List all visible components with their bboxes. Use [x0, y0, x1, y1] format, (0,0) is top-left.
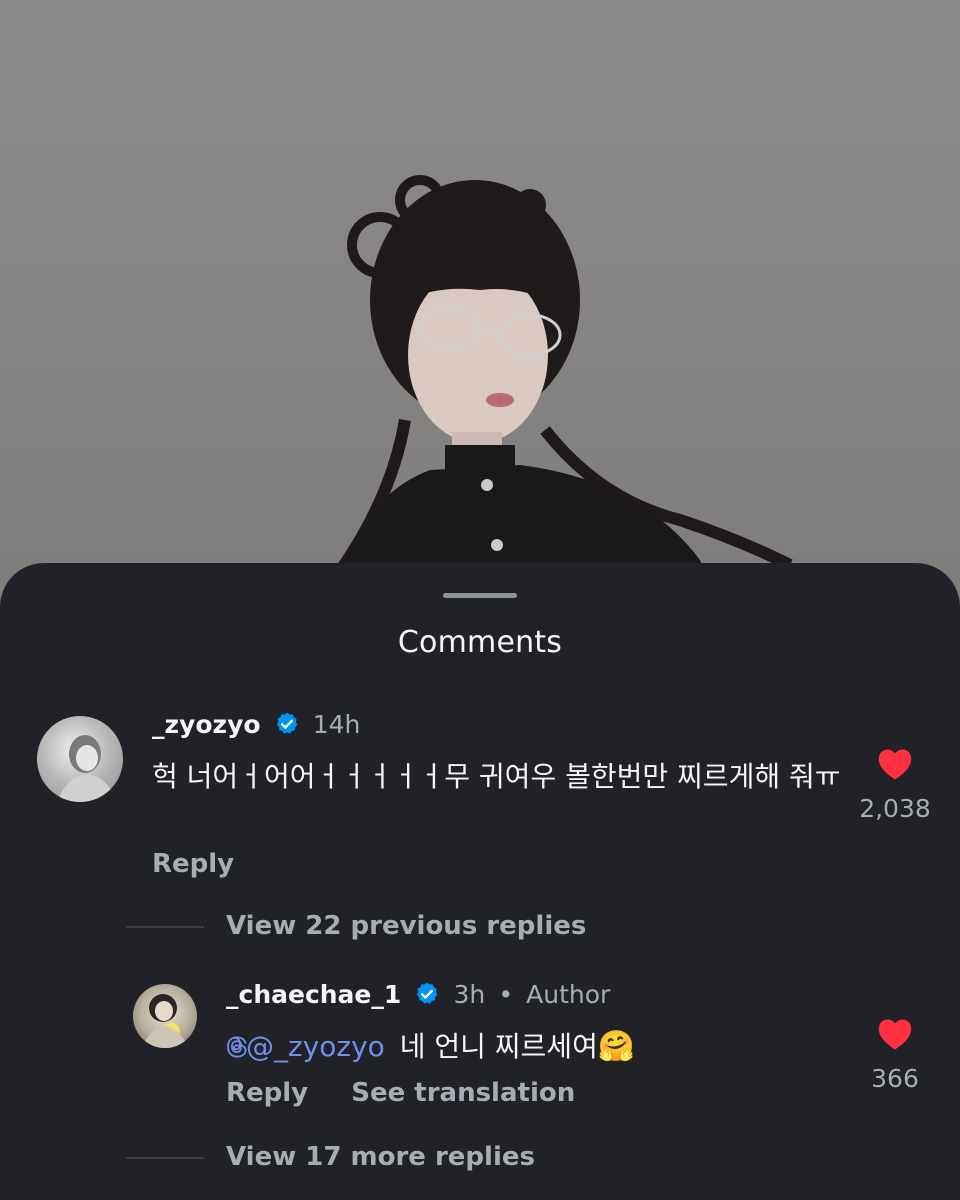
reply-button[interactable]: Reply — [226, 1078, 308, 1108]
meta-separator: • — [498, 980, 514, 1009]
reply-body: 네 언니 찌르세여 — [399, 1030, 598, 1063]
heart-icon[interactable] — [876, 747, 914, 781]
reply-avatar[interactable] — [133, 984, 197, 1048]
comments-sheet: Comments _zyozyo 14h 헉 너어ㅓ어어ㅓㅓㅓㅓㅓ무 귀여우 볼… — [0, 563, 960, 1200]
username[interactable]: _zyozyo — [152, 710, 261, 739]
mention-link[interactable]: @_zyozyo — [226, 1030, 394, 1063]
like-count: 2,038 — [859, 794, 931, 823]
avatar[interactable] — [37, 716, 123, 802]
avatar-photo — [57, 735, 117, 802]
reply-button[interactable]: Reply — [152, 849, 234, 879]
verified-badge-icon — [276, 712, 297, 734]
view-more-replies-button[interactable]: View 17 more replies — [226, 1142, 535, 1172]
thread-line — [126, 1157, 204, 1159]
comment-header: _zyozyo 14h — [152, 710, 360, 739]
threads-icon — [227, 1036, 247, 1058]
thread-line — [126, 926, 204, 928]
reply-like-count: 366 — [871, 1064, 919, 1093]
mention-text: @_zyozyo — [246, 1030, 385, 1063]
background-photo — [0, 0, 960, 620]
reply-header: _chaechae_1 3h • Author — [226, 980, 610, 1009]
hugging-face-emoji: 🤗 — [597, 1029, 636, 1064]
reply-actions: Reply See translation — [226, 1078, 575, 1108]
reply-text: @_zyozyo 네 언니 찌르세여🤗 — [226, 1025, 635, 1069]
comment-text: 헉 너어ㅓ어어ㅓㅓㅓㅓㅓ무 귀여우 볼한번만 찌르게해 줘ㅠ — [152, 760, 841, 793]
heart-icon[interactable] — [876, 1017, 914, 1051]
see-translation-button[interactable]: See translation — [351, 1078, 575, 1108]
comment-time: 14h — [312, 710, 361, 739]
view-previous-replies-button[interactable]: View 22 previous replies — [226, 911, 586, 941]
reply-username[interactable]: _chaechae_1 — [226, 980, 401, 1009]
author-badge: Author — [526, 980, 611, 1009]
drag-handle[interactable] — [443, 593, 517, 598]
sheet-title: Comments — [397, 625, 563, 660]
portrait-illustration — [295, 175, 793, 620]
comment-actions: Reply — [152, 849, 234, 879]
reply-time: 3h — [453, 980, 486, 1009]
reply-avatar-photo — [141, 994, 189, 1048]
verified-badge-icon — [417, 982, 438, 1004]
